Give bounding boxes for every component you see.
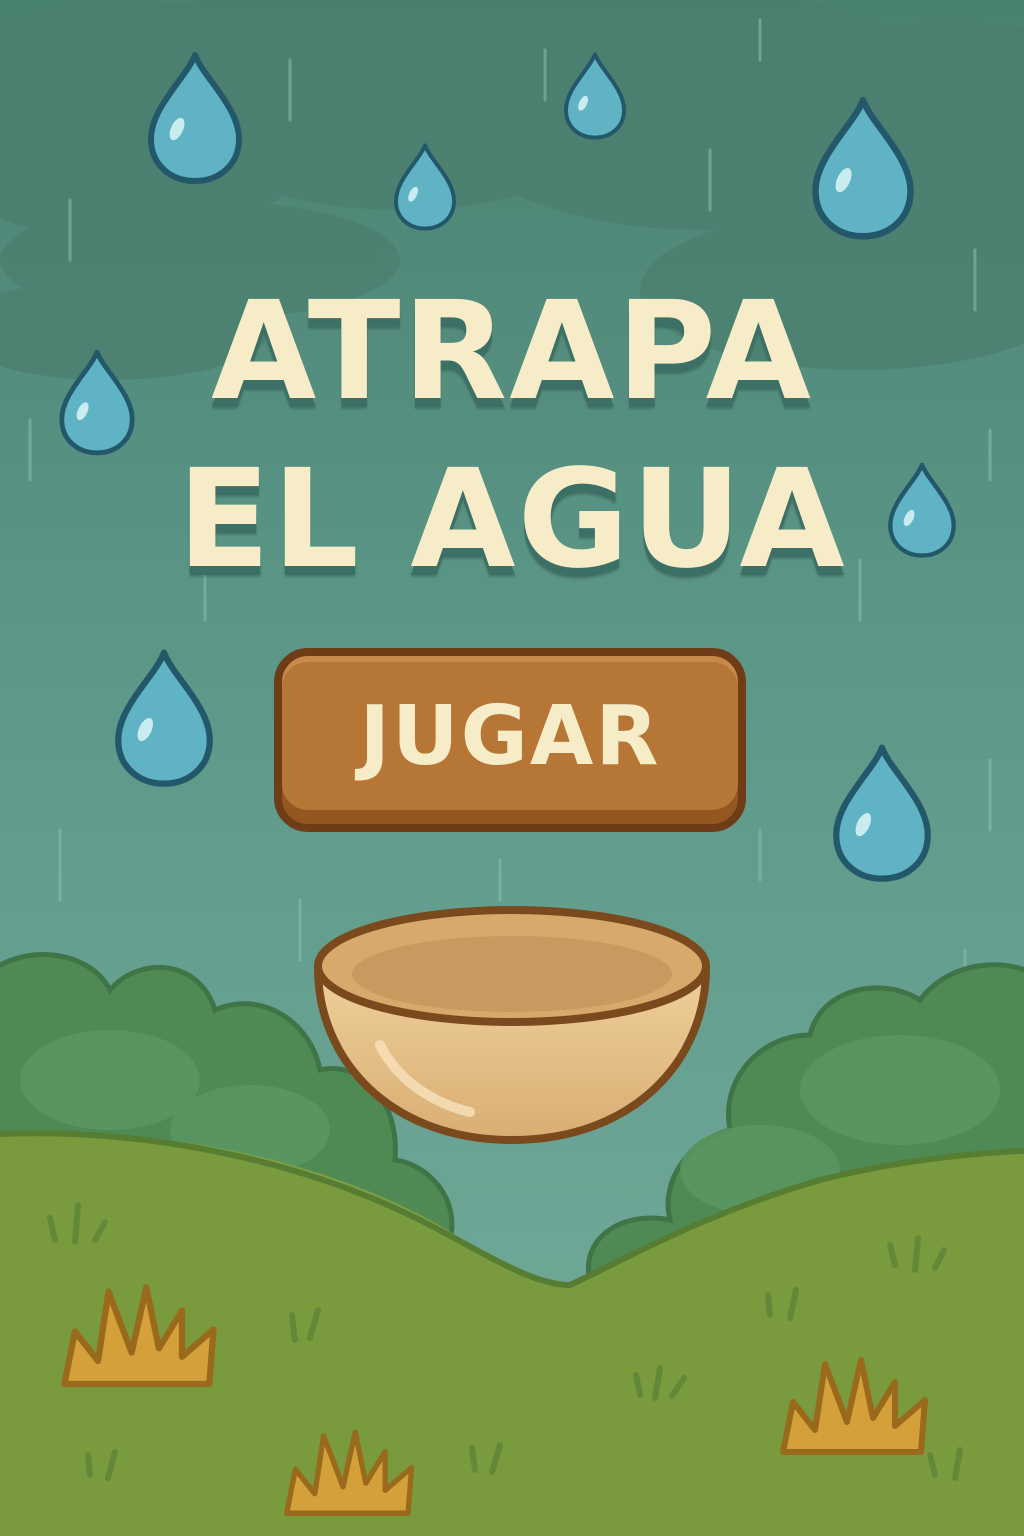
game-title-line-1: ATRAPA: [211, 273, 813, 431]
play-button-label: JUGAR: [359, 688, 661, 784]
game-start-screen: ATRAPA EL AGUA JUGAR: [0, 0, 1024, 1536]
game-title-line-2: EL AGUA: [177, 441, 847, 599]
play-button[interactable]: JUGAR: [274, 648, 746, 832]
